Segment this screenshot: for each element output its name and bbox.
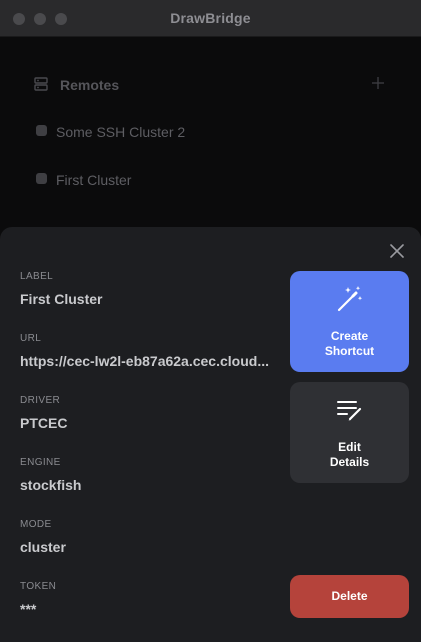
app-window: DrawBridge Remotes Some SSH Cluster 2 Fi… [0,0,421,642]
field-label: URL [20,333,42,344]
field-url-group: URL https://cec-lw2l-eb87a62a.cec.cloud.… [20,333,280,369]
edit-lines-icon [335,395,365,425]
remotes-title: Remotes [60,77,120,93]
field-mode-group: MODE cluster [20,519,280,555]
edit-label-line2: Details [329,455,370,469]
remotes-panel: Remotes Some SSH Cluster 2 First Cluster [22,62,400,232]
create-shortcut-label: Create Shortcut [290,329,409,359]
remote-checkbox[interactable] [36,173,47,184]
edit-label-line1: Edit [338,440,361,454]
field-label: TOKEN [20,581,57,592]
mode-value: cluster [20,539,66,555]
field-label: DRIVER [20,395,61,406]
token-value: *** [20,601,37,617]
add-remote-button[interactable] [372,74,384,92]
field-label: MODE [20,519,52,530]
field-label: LABEL [20,271,54,282]
title-bar[interactable]: DrawBridge [0,0,421,37]
magic-wand-icon [335,284,365,314]
delete-button[interactable]: Delete [290,575,409,618]
remote-checkbox[interactable] [36,125,47,136]
field-driver-group: DRIVER PTCEC [20,395,280,431]
remote-item[interactable]: First Cluster [22,164,400,196]
close-icon [390,244,404,258]
remote-label: First Cluster [56,172,132,188]
window-title: DrawBridge [170,10,251,26]
plus-icon [372,77,384,89]
create-label-line2: Shortcut [324,344,375,358]
remotes-header: Remotes [22,62,400,106]
details-sheet: LABEL First Cluster URL https://cec-lw2l… [0,227,421,642]
create-label-line1: Create [330,329,369,343]
delete-label: Delete [331,589,368,603]
remote-label: Some SSH Cluster 2 [56,124,186,140]
server-icon [34,77,48,91]
field-engine-group: ENGINE stockfish [20,457,280,493]
edit-details-button[interactable]: Edit Details [290,382,409,483]
label-value: First Cluster [20,291,103,307]
create-shortcut-button[interactable]: Create Shortcut [290,271,409,372]
driver-value: PTCEC [20,415,68,431]
engine-value: stockfish [20,477,82,493]
edit-details-label: Edit Details [290,440,409,470]
field-label: ENGINE [20,457,61,468]
remote-item[interactable]: Some SSH Cluster 2 [22,116,400,148]
url-value: https://cec-lw2l-eb87a62a.cec.cloud... [20,353,269,369]
field-label-group: LABEL First Cluster [20,271,280,307]
close-sheet-button[interactable] [387,241,407,261]
field-token-group: TOKEN *** [20,581,280,617]
